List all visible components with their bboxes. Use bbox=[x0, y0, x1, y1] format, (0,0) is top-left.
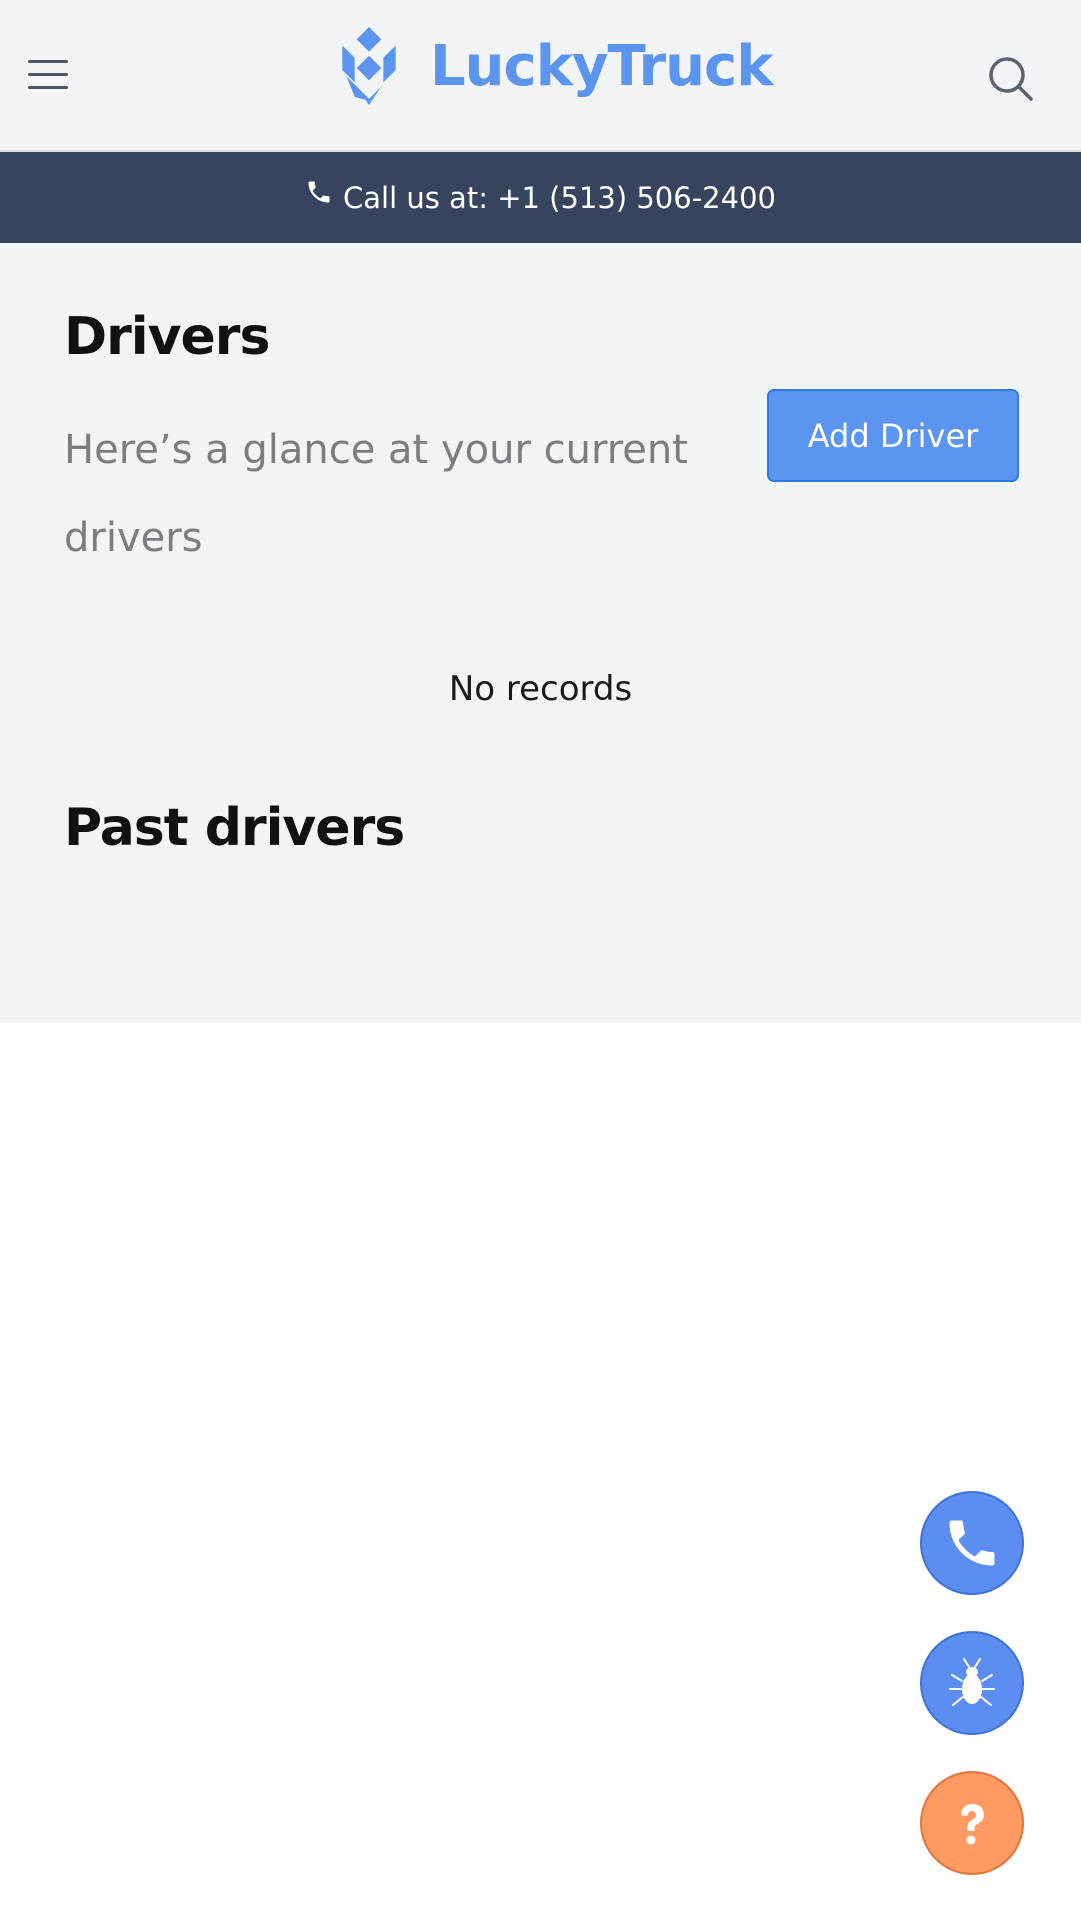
phone-icon bbox=[949, 1520, 995, 1566]
search-icon[interactable] bbox=[986, 54, 1036, 104]
hamburger-menu-icon[interactable] bbox=[26, 60, 72, 94]
bug-icon bbox=[949, 1658, 995, 1706]
past-drivers-title: Past drivers bbox=[64, 798, 405, 858]
top-header: LuckyTruck bbox=[0, 0, 1081, 152]
question-icon bbox=[961, 1804, 984, 1845]
call-us-text: Call us at: +1 (513) 506-2400 bbox=[343, 180, 776, 215]
call-fab-button[interactable] bbox=[920, 1491, 1024, 1595]
brand-name: LuckyTruck bbox=[430, 33, 773, 99]
phone-icon bbox=[308, 181, 330, 202]
page-subtitle: Here’s a glance at your current drivers bbox=[64, 427, 688, 561]
drivers-section: Drivers Here’s a glance at your current … bbox=[0, 243, 1081, 1023]
empty-state-message: No records bbox=[448, 669, 633, 709]
report-bug-fab-button[interactable] bbox=[920, 1631, 1024, 1735]
page-title: Drivers bbox=[64, 307, 270, 367]
call-us-bar[interactable]: Call us at: +1 (513) 506-2400 bbox=[0, 152, 1081, 243]
brand-logo[interactable]: LuckyTruck bbox=[328, 24, 773, 108]
help-fab-button[interactable] bbox=[920, 1771, 1024, 1875]
logo-mark-icon bbox=[342, 27, 396, 105]
add-driver-button[interactable]: Add Driver bbox=[767, 389, 1019, 482]
